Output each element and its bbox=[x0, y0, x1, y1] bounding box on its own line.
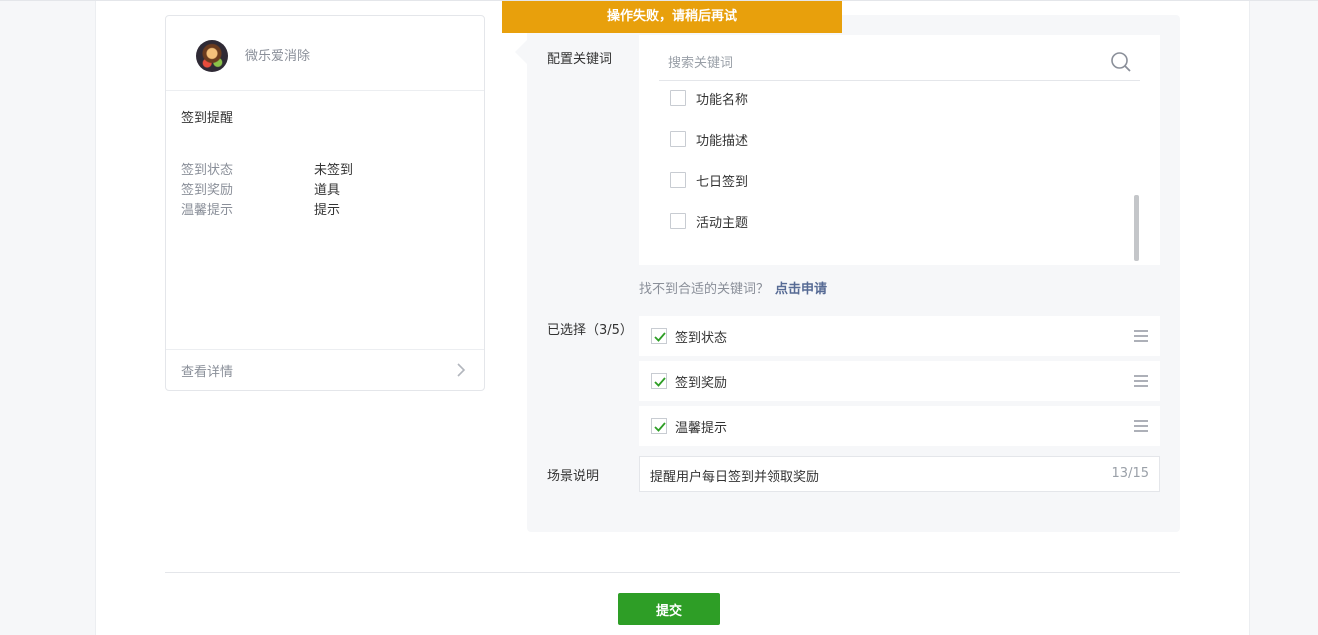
submit-button[interactable]: 提交 bbox=[618, 593, 720, 625]
scene-description-value: 提醒用户每日签到并领取奖励 bbox=[650, 470, 820, 485]
keyword-hint: 找不到合适的关键词？ 点击申请 bbox=[639, 278, 827, 297]
drag-handle-icon[interactable] bbox=[1133, 419, 1149, 433]
keyword-label: 配置关键词 bbox=[547, 52, 613, 67]
apply-keyword-link[interactable]: 点击申请 bbox=[775, 282, 827, 297]
field-value: 未签到 bbox=[314, 163, 354, 178]
char-count: 13/15 bbox=[1111, 466, 1149, 481]
card-header: 微乐爱消除 bbox=[166, 16, 484, 91]
chevron-right-icon bbox=[457, 363, 466, 377]
field-value: 提示 bbox=[314, 203, 341, 218]
selected-keyword-item[interactable]: 温馨提示 bbox=[639, 406, 1160, 446]
drag-handle-icon[interactable] bbox=[1133, 374, 1149, 388]
keyword-selector: 功能名称 功能描述 七日签到 活动主题 bbox=[639, 35, 1160, 265]
checkbox-checked[interactable] bbox=[651, 418, 667, 434]
field-key: 温馨提示 bbox=[181, 203, 234, 218]
checkbox[interactable] bbox=[670, 131, 686, 147]
checkbox[interactable] bbox=[670, 213, 686, 229]
check-icon bbox=[654, 377, 666, 387]
search-icon[interactable] bbox=[1110, 51, 1132, 73]
scene-label: 场景说明 bbox=[547, 469, 600, 484]
check-icon bbox=[654, 332, 666, 342]
selected-keyword-label: 温馨提示 bbox=[675, 421, 728, 436]
keyword-option-label: 七日签到 bbox=[696, 175, 749, 190]
checkbox-checked[interactable] bbox=[651, 373, 667, 389]
error-toast: 操作失败，请稍后再试 bbox=[502, 1, 842, 33]
field-value: 道具 bbox=[314, 183, 341, 198]
selected-keyword-label: 签到奖励 bbox=[675, 376, 728, 391]
scrollbar-thumb[interactable] bbox=[1134, 195, 1139, 261]
selected-keyword-item[interactable]: 签到奖励 bbox=[639, 361, 1160, 401]
selected-label: 已选择（3/5） bbox=[547, 323, 633, 338]
keyword-option-label: 功能名称 bbox=[696, 93, 749, 108]
selected-keyword-label: 签到状态 bbox=[675, 331, 728, 346]
view-details-label: 查看详情 bbox=[181, 365, 234, 380]
scene-description-field[interactable]: 提醒用户每日签到并领取奖励 13/15 bbox=[639, 456, 1160, 492]
search-input[interactable] bbox=[668, 52, 1088, 74]
panel-pointer bbox=[515, 40, 527, 64]
view-details-link[interactable]: 查看详情 bbox=[166, 349, 484, 390]
check-icon bbox=[654, 422, 666, 432]
keyword-option-label: 功能描述 bbox=[696, 134, 749, 149]
message-preview-card: 微乐爱消除 签到提醒 签到状态 未签到 签到奖励 道具 温馨提示 提示 查看详情 bbox=[165, 15, 485, 391]
hint-text: 找不到合适的关键词？ bbox=[639, 282, 770, 297]
keyword-search bbox=[659, 45, 1140, 81]
selected-keyword-item[interactable]: 签到状态 bbox=[639, 316, 1160, 356]
checkbox[interactable] bbox=[670, 172, 686, 188]
field-key: 签到状态 bbox=[181, 163, 234, 178]
app-name: 微乐爱消除 bbox=[245, 49, 311, 64]
field-key: 签到奖励 bbox=[181, 183, 234, 198]
card-title: 签到提醒 bbox=[181, 111, 234, 126]
keyword-option-label: 活动主题 bbox=[696, 216, 749, 231]
checkbox[interactable] bbox=[670, 90, 686, 106]
checkbox-checked[interactable] bbox=[651, 328, 667, 344]
app-avatar bbox=[196, 40, 228, 72]
divider bbox=[165, 572, 1180, 573]
drag-handle-icon[interactable] bbox=[1133, 329, 1149, 343]
